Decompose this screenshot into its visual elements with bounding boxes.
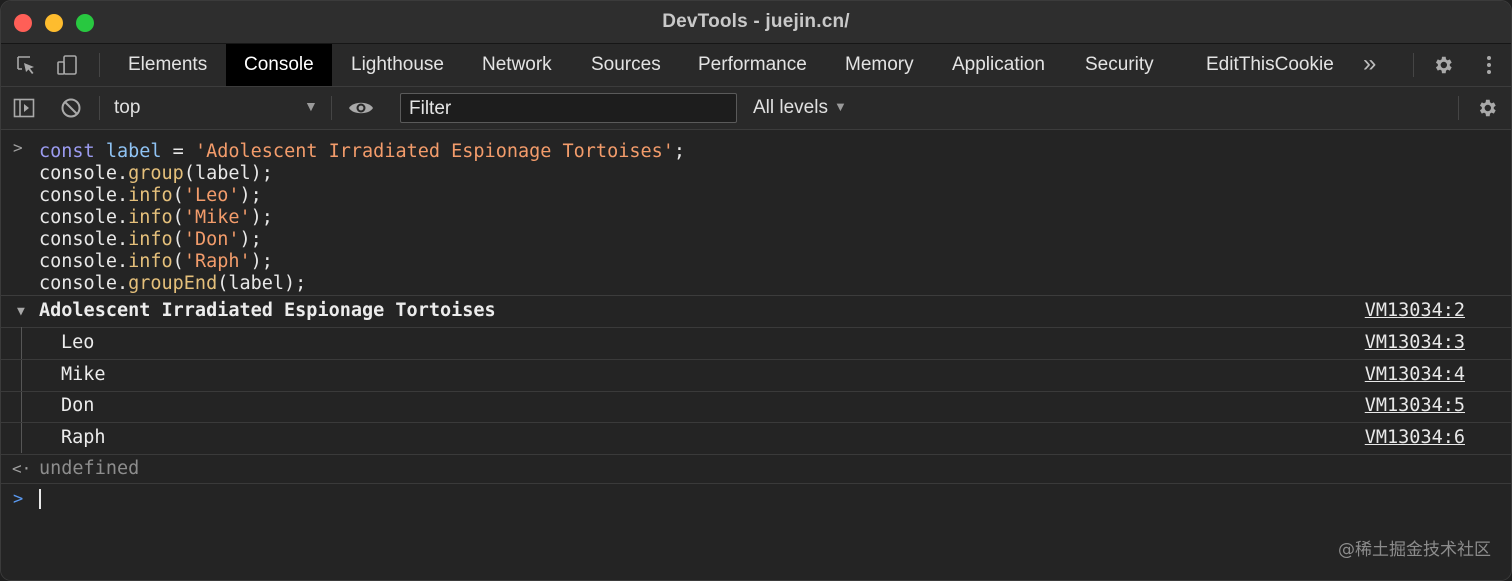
console-input-echo: > const label = 'Adolescent Irradiated E… <box>1 135 1511 296</box>
live-expression-eye-icon[interactable] <box>348 97 374 119</box>
console-prompt-icon: > <box>13 489 24 509</box>
devtools-window: DevTools - juejin.cn/ Elements Console Lig… <box>0 0 1512 581</box>
code-line: console.info('Mike'); <box>39 207 273 229</box>
console-input-cursor[interactable] <box>39 489 41 509</box>
console-group-header[interactable]: ▼ Adolescent Irradiated Espionage Tortoi… <box>1 296 1511 328</box>
panel-tab-bar: Elements Console Lighthouse Network Sources P… <box>1 44 1511 87</box>
tab-elements[interactable]: Elements <box>110 44 225 86</box>
tab-editthiscookie[interactable]: EditThisCookie <box>1188 44 1352 86</box>
code-token: ); <box>250 251 273 272</box>
tab-sources[interactable]: Sources <box>573 44 679 86</box>
code-token: info <box>128 207 173 228</box>
code-line: console.info('Leo'); <box>39 185 262 207</box>
source-link[interactable]: VM13034:3 <box>1365 332 1465 353</box>
code-token: console. <box>39 251 129 272</box>
result-value: undefined <box>39 458 140 479</box>
console-toolbar: top ▼ Filter All levels ▼ <box>1 87 1511 130</box>
input-prompt-icon: > <box>13 138 23 157</box>
code-token: (label); <box>183 163 273 184</box>
source-link[interactable]: VM13034:6 <box>1365 427 1465 448</box>
code-token: 'Raph' <box>183 251 251 272</box>
code-token: group <box>128 163 184 184</box>
code-token: 'Adolescent Irradiated Espionage Tortois… <box>194 141 674 162</box>
code-line: console.info('Don'); <box>39 229 262 251</box>
console-output[interactable]: > const label = 'Adolescent Irradiated E… <box>1 130 1511 580</box>
code-token: label <box>105 141 162 162</box>
console-message-row[interactable]: Leo VM13034:3 <box>1 328 1511 360</box>
log-levels-label: All levels <box>753 97 828 118</box>
context-dropdown-icon[interactable]: ▼ <box>304 98 318 114</box>
toolbar-divider-right <box>1458 96 1459 120</box>
settings-icon[interactable] <box>1432 54 1454 76</box>
message-text: Don <box>61 395 95 416</box>
code-token: 'Don' <box>183 229 240 250</box>
device-toolbar-icon[interactable] <box>56 54 78 76</box>
tab-lighthouse[interactable]: Lighthouse <box>333 44 462 86</box>
toolbar-divider <box>99 96 100 120</box>
code-token: 'Leo' <box>183 185 240 206</box>
code-line: console.group(label); <box>39 163 273 185</box>
tab-performance[interactable]: Performance <box>680 44 825 86</box>
window-title: DevTools - juejin.cn/ <box>662 11 850 32</box>
levels-dropdown-icon: ▼ <box>833 99 847 114</box>
code-line: console.groupEnd(label); <box>39 273 306 295</box>
title-bar: DevTools - juejin.cn/ <box>1 1 1511 44</box>
code-token: console. <box>39 207 129 228</box>
filter-input[interactable]: Filter <box>400 93 737 123</box>
code-token: info <box>128 185 173 206</box>
console-result-row: <· undefined <box>1 454 1511 484</box>
code-token: (label); <box>217 273 307 294</box>
tabbar-divider <box>99 53 100 77</box>
code-token: ( <box>172 185 184 206</box>
console-message-row[interactable]: Raph VM13034:6 <box>1 423 1511 455</box>
code-token: = <box>161 141 195 162</box>
tab-network[interactable]: Network <box>464 44 570 86</box>
message-text: Mike <box>61 363 106 385</box>
result-arrow-icon: <· <box>12 459 32 478</box>
console-message-row[interactable]: Don VM13034:5 <box>1 391 1511 423</box>
source-link[interactable]: VM13034:2 <box>1365 300 1465 321</box>
tab-security[interactable]: Security <box>1067 44 1172 86</box>
message-text: Leo <box>61 332 95 353</box>
code-token: info <box>128 251 173 272</box>
code-token: console. <box>39 273 129 294</box>
code-line: console.info('Raph'); <box>39 251 273 273</box>
clear-console-icon[interactable] <box>60 97 82 119</box>
log-levels-dropdown[interactable]: All levels ▼ <box>753 87 847 129</box>
code-token: const <box>39 141 95 162</box>
toolbar-divider-2 <box>331 96 332 120</box>
group-label: Adolescent Irradiated Espionage Tortoise… <box>39 300 496 321</box>
tab-application[interactable]: Application <box>934 44 1063 86</box>
code-token: 'Mike' <box>183 207 251 228</box>
code-token: console. <box>39 163 129 184</box>
code-token: ); <box>239 229 262 250</box>
tab-memory[interactable]: Memory <box>827 44 932 86</box>
code-token: groupEnd <box>128 273 218 294</box>
more-tabs-icon[interactable]: » <box>1363 44 1376 86</box>
code-token: info <box>128 229 173 250</box>
code-token: ); <box>239 185 262 206</box>
sidebar-toggle-icon[interactable] <box>13 97 35 119</box>
console-message-row[interactable]: Mike VM13034:4 <box>1 360 1511 392</box>
code-token: ( <box>172 251 184 272</box>
console-settings-icon[interactable] <box>1476 97 1498 119</box>
message-text: Raph <box>61 426 106 448</box>
tabbar-divider-right <box>1413 53 1414 77</box>
code-token: ; <box>673 141 686 162</box>
watermark: @稀土掘金技术社区 <box>1338 540 1491 560</box>
code-token: ( <box>172 229 184 250</box>
inspect-element-icon[interactable] <box>15 54 37 76</box>
source-link[interactable]: VM13034:4 <box>1365 364 1465 385</box>
code-token: console. <box>39 185 129 206</box>
group-expanded-triangle-icon[interactable]: ▼ <box>17 304 25 319</box>
tab-console[interactable]: Console <box>226 44 332 86</box>
code-token: console. <box>39 229 129 250</box>
context-selector[interactable]: top <box>114 87 140 129</box>
kebab-menu-icon[interactable] <box>1478 54 1500 76</box>
code-line: const label = 'Adolescent Irradiated Esp… <box>39 141 685 163</box>
code-token: ( <box>172 207 184 228</box>
code-token: ); <box>250 207 273 228</box>
source-link[interactable]: VM13034:5 <box>1365 395 1465 416</box>
